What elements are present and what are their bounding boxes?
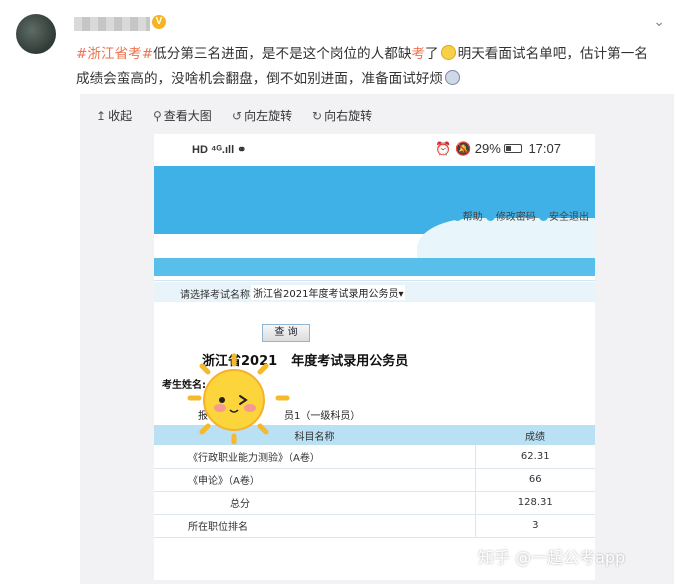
status-bar: HD ⁴ᴳ.ıll ⚭ ⏰ 🔕 29% 17:07 — [154, 134, 595, 166]
help-icon — [452, 212, 462, 221]
image-toolbar: ↥ 收起 ⚲ 查看大图 ↺ 向左旋转 ↻ 向右旋转 — [80, 94, 674, 134]
battery-icon — [503, 144, 522, 153]
post-body: #浙江省考#低分第三名进面，是不是这个岗位的人都缺考了 明天看面试名单吧，估计第一… — [76, 42, 656, 92]
avatar[interactable] — [16, 14, 56, 54]
verified-badge-icon: V — [152, 15, 166, 29]
view-large-button[interactable]: ⚲ 查看大图 — [153, 107, 212, 124]
rotate-left-label: 向左旋转 — [244, 109, 293, 123]
subject-cell: 《申论》（A卷） — [154, 468, 475, 492]
clock-time: 17:07 — [528, 141, 561, 156]
rotate-left-icon: ↺ — [232, 109, 243, 123]
battery-percent: 29% — [474, 141, 501, 156]
exam-select-label: 请选择考试名称: — [180, 290, 254, 301]
phone-screenshot[interactable]: HD ⁴ᴳ.ıll ⚭ ⏰ 🔕 29% 17:07 帮助 修改密码 安全退出 请… — [154, 134, 595, 580]
nav-logout[interactable]: 安全退出 — [549, 212, 589, 223]
exam-select[interactable]: 浙江省2021年度考试录用公务员▾ — [250, 284, 407, 301]
score-cell: 3 — [474, 514, 595, 538]
image-card: ↥ 收起 ⚲ 查看大图 ↺ 向左旋转 ↻ 向右旋转 HD ⁴ᴳ.ıll ⚭ ⏰ 🔕 29… — [80, 94, 674, 584]
chevron-down-icon[interactable]: ⌄ — [653, 14, 665, 30]
rotate-right-icon: ↻ — [312, 109, 323, 123]
dropdown-arrow-icon: ▾ — [398, 289, 404, 300]
subject-cell: 总分 — [154, 491, 475, 515]
alarm-icon: ⏰ — [435, 141, 452, 156]
exam-title-right: 年度考试录用公务员 — [291, 354, 409, 369]
mute-icon: 🔕 — [454, 141, 472, 156]
table-row: 总分 128.31 — [154, 491, 595, 515]
post-text-2: 了 — [425, 46, 439, 62]
key-icon — [485, 212, 495, 221]
collapse-label: 收起 — [108, 109, 133, 123]
view-large-label: 查看大图 — [163, 109, 212, 123]
collapse-button[interactable]: ↥ 收起 — [96, 107, 132, 124]
nav-help[interactable]: 帮助 — [463, 212, 483, 223]
rotate-right-button[interactable]: ↻ 向右旋转 — [312, 107, 372, 124]
signal-icons: HD ⁴ᴳ.ıll ⚭ — [192, 144, 247, 156]
exam-select-value: 浙江省2021年度考试录用公务员 — [253, 289, 399, 300]
search-icon: ⚲ — [153, 109, 162, 123]
top-nav: 帮助 修改密码 安全退出 — [452, 208, 589, 223]
collapse-icon: ↥ — [96, 109, 107, 123]
post-highlight[interactable]: 考 — [411, 46, 425, 62]
score-cell: 128.31 — [474, 491, 595, 515]
post-text-1: 低分第三名进面，是不是这个岗位的人都缺 — [153, 46, 412, 62]
watermark: 知乎 @一起公考app — [478, 548, 626, 567]
username-blurred[interactable] — [74, 17, 150, 31]
score-cell: 62.31 — [474, 445, 595, 469]
sun-sticker-icon — [187, 353, 290, 445]
logout-icon — [539, 212, 548, 221]
hashtag-link[interactable]: #浙江省考# — [76, 46, 153, 62]
nav-bar — [154, 258, 595, 276]
query-button[interactable]: 查 询 — [262, 324, 310, 342]
smile-emoji-icon — [440, 45, 456, 60]
score-cell: 66 — [474, 468, 595, 492]
rotate-right-label: 向右旋转 — [324, 109, 373, 123]
subject-cell: 所在职位排名 — [154, 514, 475, 538]
nav-band — [154, 218, 595, 258]
table-row: 所在职位排名 3 — [154, 514, 595, 538]
rotate-left-button[interactable]: ↺ 向左旋转 — [232, 107, 292, 124]
sad-emoji-icon — [445, 70, 461, 85]
nav-change-password[interactable]: 修改密码 — [496, 212, 536, 223]
header-score: 成绩 — [475, 425, 595, 445]
status-right: ⏰ 🔕 29% 17:07 — [435, 141, 561, 157]
table-row: 《申论》（A卷） 66 — [154, 468, 595, 492]
